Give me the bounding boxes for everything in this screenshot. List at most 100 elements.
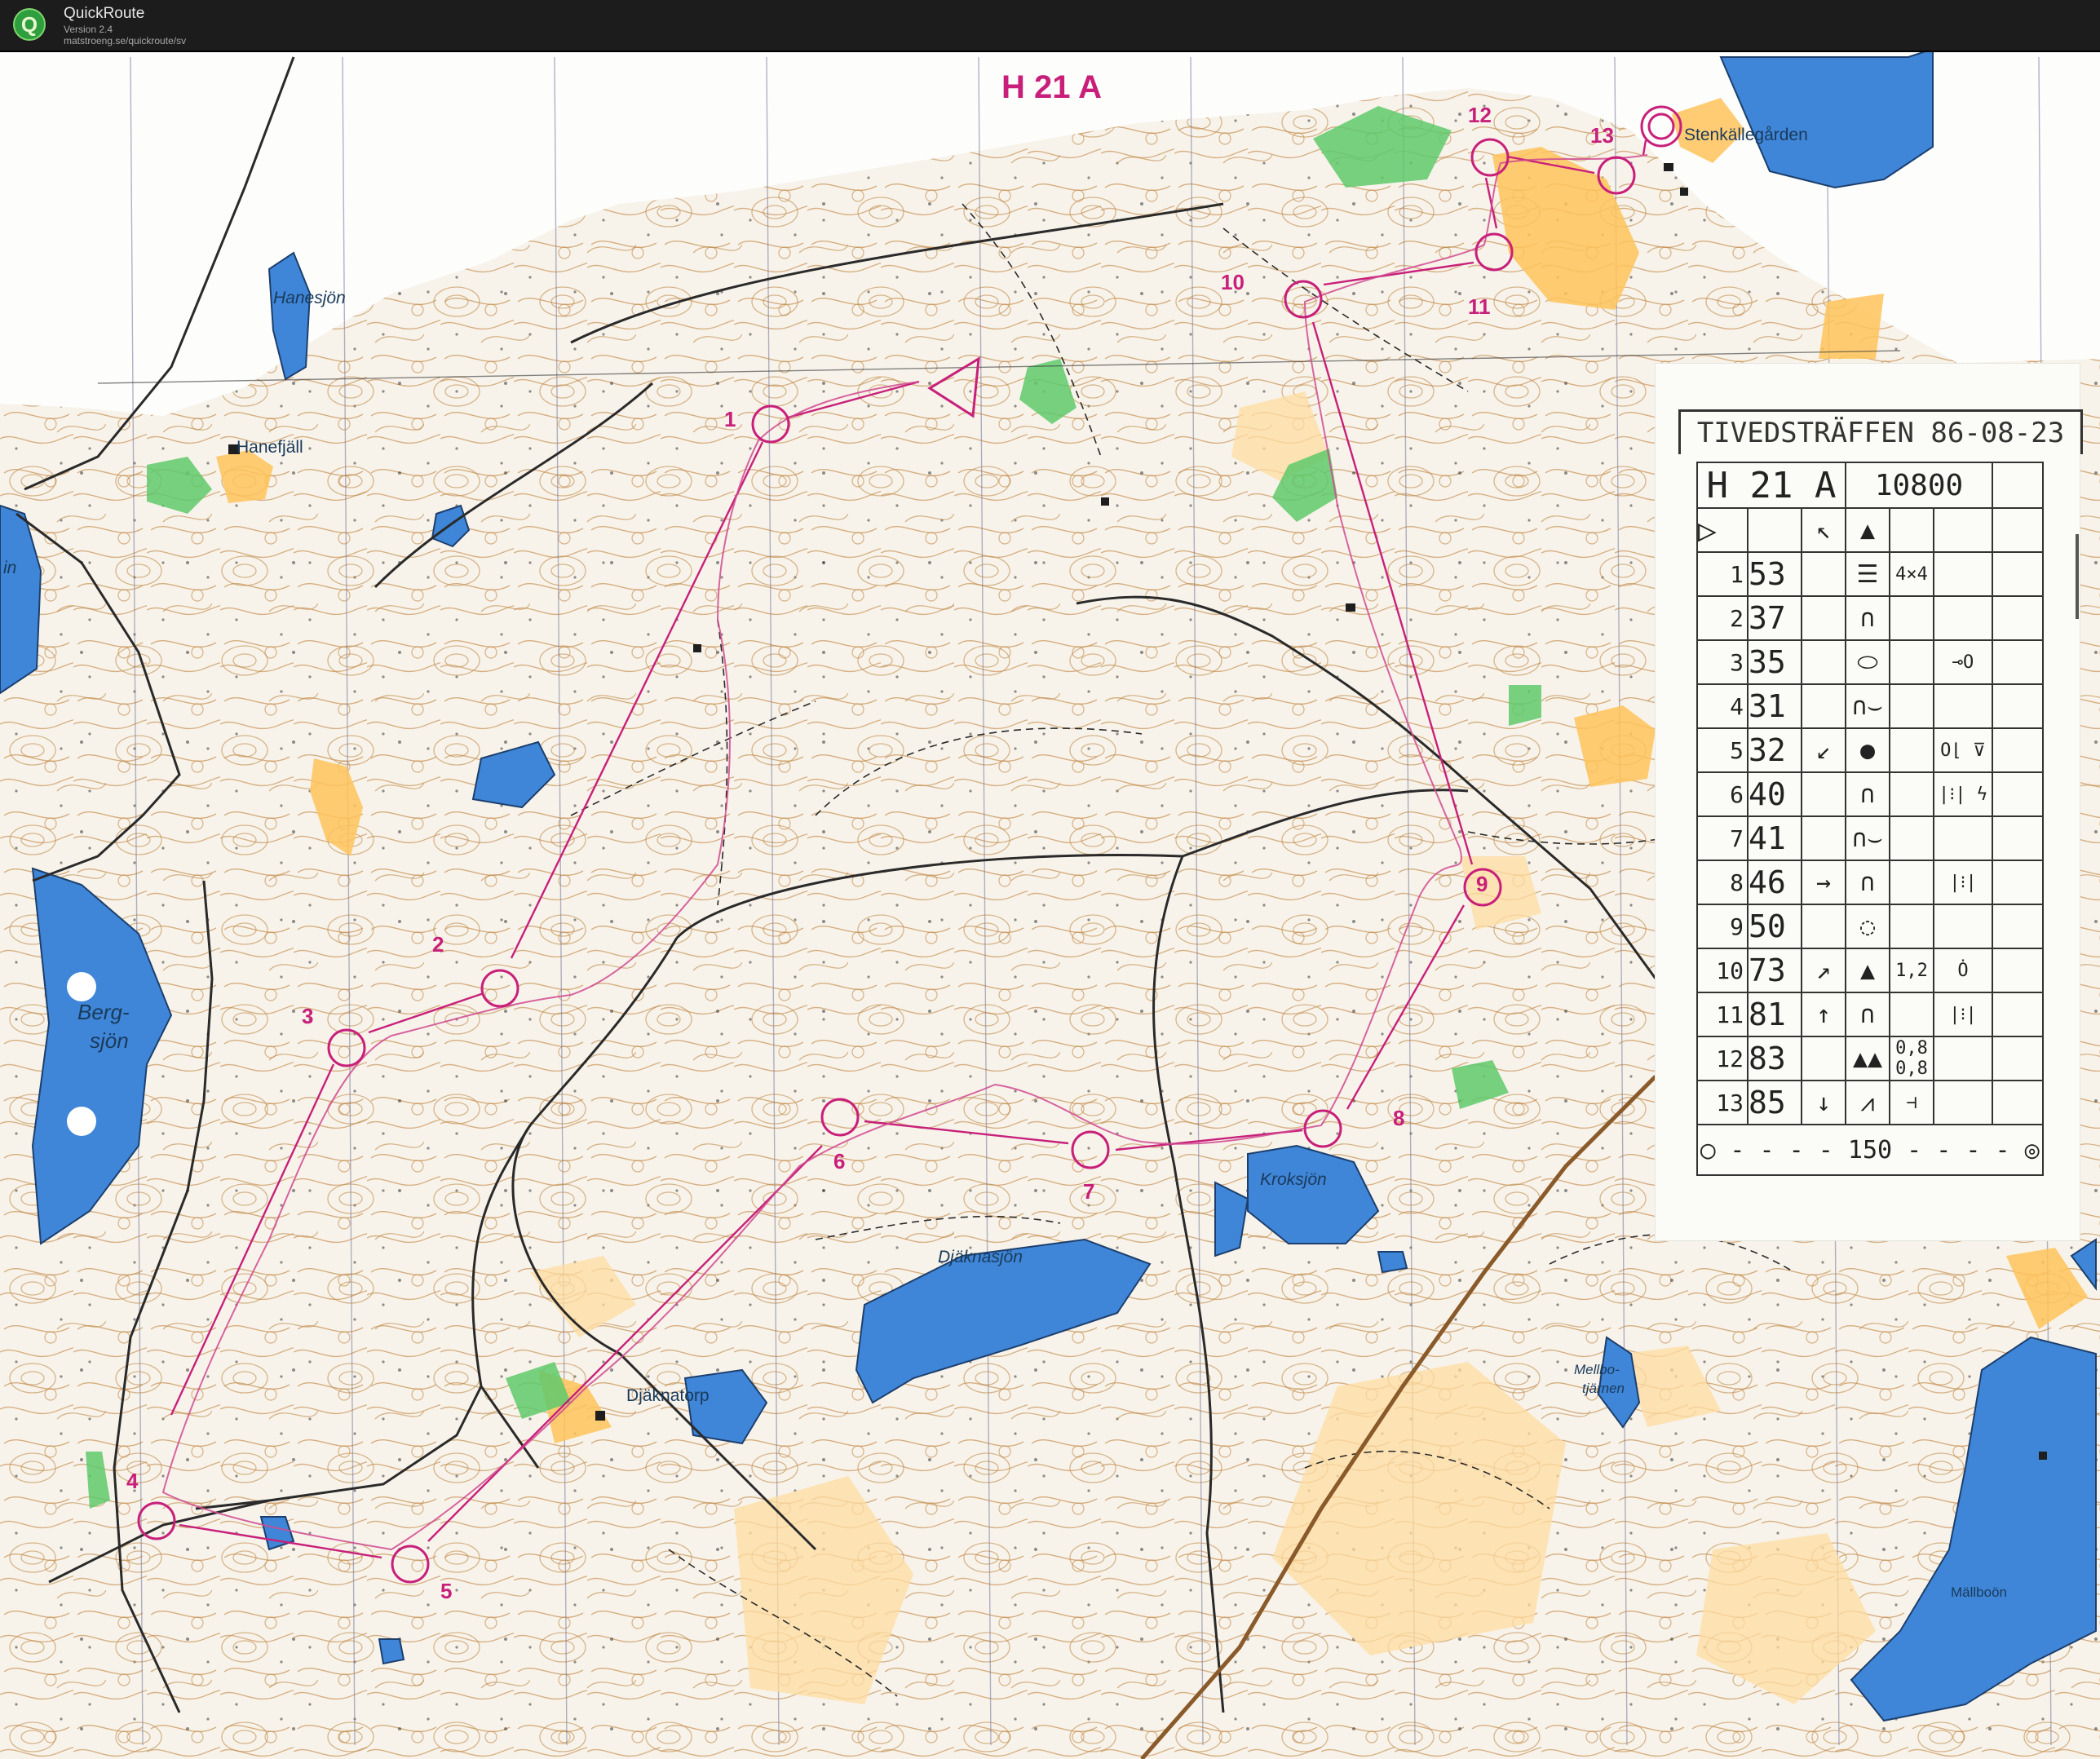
direction-icon: → [1801,860,1846,905]
empty-cell [1933,507,1993,553]
control-sequence-number: 5 [1696,727,1749,773]
control-code: 32 [1747,727,1802,773]
control-code: 37 [1747,595,1802,641]
direction-icon [1801,1036,1846,1081]
control-description-row: 4 31 ∩⌣ [1696,683,2044,729]
control-sequence-number: 6 [1696,771,1749,817]
finish-dashes: - - - - [1730,1135,1833,1165]
control-number-9: 9 [1476,872,1488,896]
control-description-row: 9 50 ◌ [1696,904,2044,949]
place-djaknatorp: Djäknatorp [626,1386,710,1405]
feature-icon: ∩ [1845,992,1890,1037]
control-number-13: 13 [1590,123,1614,148]
course-name: H 21 A [1696,462,1846,509]
feature-icon: ∩ [1845,771,1890,817]
control-number-12: 12 [1468,103,1492,127]
course-title: H 21 A [1001,69,1102,105]
empty-cell [1992,904,2044,949]
control-description-sheet: TIVEDSTRÄFFEN 86-08-23 H 21 A 10800 ▷ ↖ … [1656,364,2083,1240]
empty-cell [1889,507,1934,553]
location-detail [1933,904,1993,949]
empty-cell [1992,771,2044,817]
location-detail: ⊸O [1933,639,1993,685]
control-code: 81 [1747,992,1802,1037]
place-in: in [3,559,16,577]
control-sequence-number: 1 [1696,551,1749,597]
control-number-5: 5 [440,1579,452,1603]
empty-cell [1992,1080,2044,1125]
control-code: 83 [1747,1036,1802,1081]
control-sequence-number: 7 [1696,815,1749,861]
appearance-detail [1889,771,1934,817]
location-detail: O⌊ ⊽ [1933,727,1993,773]
location-detail [1933,551,1993,597]
location-detail: Ȯ [1933,948,1993,993]
control-number-10: 10 [1221,270,1245,294]
feature-icon: ∩⌣ [1845,815,1890,861]
feature-icon: ● [1845,727,1890,773]
appearance-detail [1889,904,1934,949]
location-detail [1933,1036,1993,1081]
control-description-row: 2 37 ∩ [1696,595,2044,641]
control-description-row: 5 32 ↙ ● O⌊ ⊽ [1696,727,2044,773]
control-sequence-number: 2 [1696,595,1749,641]
feature-icon: ∩⌣ [1845,683,1890,729]
place-kroksjon: Kroksjön [1260,1170,1327,1189]
control-sequence-number: 12 [1696,1036,1749,1081]
appearance-detail [1889,727,1934,773]
finish-row: ◯ - - - - 150 - - - - ◎ [1696,1124,2044,1176]
empty-cell [1992,815,2044,861]
control-number-8: 8 [1393,1106,1404,1130]
control-description-row: 11 81 ↑ ∩ |⁝| [1696,992,2044,1037]
empty-cell [1992,683,2044,729]
control-sequence-number: 9 [1696,904,1749,949]
direction-icon [1801,551,1846,597]
control-sequence-number: 11 [1696,992,1749,1037]
location-detail [1933,683,1993,729]
place-bergsjon-2: sjön [90,1028,129,1053]
appearance-detail [1889,860,1934,905]
control-sequence-number: 10 [1696,948,1749,993]
control-number-2: 2 [432,932,444,957]
control-description-row: 7 41 ∩⌣ [1696,815,2044,861]
control-code: 31 [1747,683,1802,729]
direction-icon: ↓ [1801,1080,1846,1125]
place-djaknasjon: Djäknasjön [938,1248,1023,1266]
start-triangle-icon: ▷ [1696,507,1749,553]
control-sequence-number: 4 [1696,683,1749,729]
control-description-row: 6 40 ∩ |⁝| ϟ [1696,771,2044,817]
empty-cell [1992,992,2044,1037]
feature-icon: ∩ [1845,595,1890,641]
title-bar: Q QuickRoute Version 2.4 matstroeng.se/q… [0,0,2100,52]
empty-cell [1992,727,2044,773]
appearance-detail: 0,8 0,8 [1889,1036,1934,1081]
direction-icon: ↙ [1801,727,1846,773]
control-description-row: 8 46 → ∩ |⁝| [1696,860,2044,905]
place-hanefjall: Hanefjäll [237,438,303,457]
empty-cell [1992,639,2044,685]
start-row: ▷ ↖ ▲ [1696,507,2044,553]
empty-cell [1992,551,2044,597]
direction-icon: ↗ [1801,948,1846,993]
feature-icon: ▲ [1845,948,1890,993]
control-description-row: 1 53 ☰ 4×4 [1696,551,2044,597]
location-detail: |⁝| [1933,860,1993,905]
feature-icon: ∩ [1845,860,1890,905]
empty-cell [1992,860,2044,905]
direction-icon [1801,683,1846,729]
finish-distance: 150 [1847,1135,1893,1165]
location-detail [1933,1080,1993,1125]
control-number-6: 6 [833,1149,845,1173]
control-number-4: 4 [126,1469,139,1493]
control-sequence-number: 8 [1696,860,1749,905]
appearance-detail: 4×4 [1889,551,1934,597]
feature-icon: ▲▲ [1845,1036,1890,1081]
appearance-detail: 1,2 [1889,948,1934,993]
empty-cell [1992,507,2044,553]
quickroute-logo-icon: Q [13,8,46,41]
control-number-3: 3 [302,1004,313,1028]
direction-nw-icon: ↖ [1801,507,1846,553]
control-code: 85 [1747,1080,1802,1125]
course-distance: 10800 [1845,462,1993,509]
control-sequence-number: 13 [1696,1080,1749,1125]
